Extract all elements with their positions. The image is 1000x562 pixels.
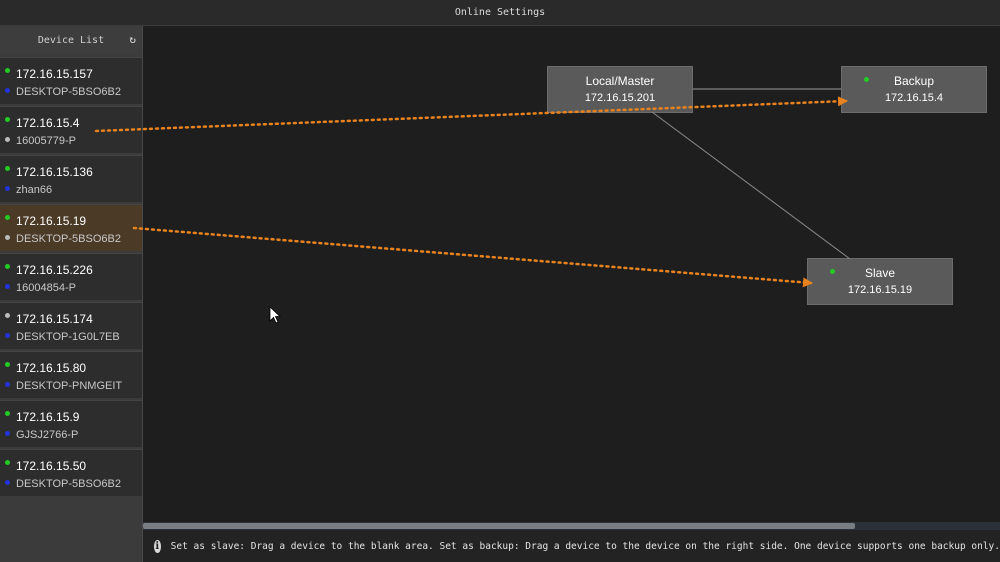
device-hostname: DESKTOP-1G0L7EB xyxy=(16,331,120,343)
online-status-dot xyxy=(5,215,10,220)
online-status-dot xyxy=(5,117,10,122)
online-status-dot xyxy=(5,411,10,416)
device-ip: 172.16.15.4 xyxy=(16,116,80,130)
device-list-item[interactable]: 172.16.15.4 16005779-P xyxy=(0,106,142,153)
device-list-item[interactable]: 172.16.15.136 zhan66 xyxy=(0,155,142,202)
device-hostname: 16004854-P xyxy=(16,282,76,294)
window-titlebar: Online Settings xyxy=(0,0,1000,26)
refresh-icon[interactable]: ↻ xyxy=(129,34,136,46)
device-list-header: Device List ↻ xyxy=(0,26,142,55)
device-list: 172.16.15.157 DESKTOP-5BSO6B2 172.16.15.4 1… xyxy=(0,57,142,496)
device-list-item[interactable]: 172.16.15.9 GJSJ2766-P xyxy=(0,400,142,447)
hint-text: Set as slave: Drag a device to the blank… xyxy=(170,540,1000,552)
device-hostname: DESKTOP-5BSO6B2 xyxy=(16,86,121,98)
device-ip: 172.16.15.136 xyxy=(16,165,93,179)
device-hostname: DESKTOP-5BSO6B2 xyxy=(16,478,121,490)
device-ip: 172.16.15.157 xyxy=(16,67,93,81)
online-status-dot xyxy=(5,264,10,269)
device-ip: 172.16.15.174 xyxy=(16,312,93,326)
connection-status-dot xyxy=(5,480,10,485)
device-hostname: zhan66 xyxy=(16,184,53,196)
device-ip: 172.16.15.9 xyxy=(16,410,80,424)
info-icon: i xyxy=(154,539,161,553)
online-status-dot xyxy=(5,68,10,73)
window-title: Online Settings xyxy=(454,7,546,18)
scrollbar-thumb[interactable] xyxy=(143,523,855,529)
master-node[interactable]: Local/Master 172.16.15.201 xyxy=(547,66,693,113)
topology-canvas[interactable]: Local/Master 172.16.15.201 Backup 172.16… xyxy=(143,26,1000,522)
connection-status-dot xyxy=(5,235,10,240)
backup-ip-label: 172.16.15.4 xyxy=(884,92,944,104)
device-ip: 172.16.15.50 xyxy=(16,459,87,473)
device-list-item[interactable]: 172.16.15.226 16004854-P xyxy=(0,253,142,300)
backup-node[interactable]: Backup 172.16.15.4 xyxy=(841,66,987,113)
device-hostname: GJSJ2766-P xyxy=(16,429,79,441)
device-hostname: DESKTOP-PNMGEIT xyxy=(16,380,123,392)
online-status-dot xyxy=(5,166,10,171)
device-list-item[interactable]: 172.16.15.80 DESKTOP-PNMGEIT xyxy=(0,351,142,398)
device-list-item[interactable]: 172.16.15.19 DESKTOP-5BSO6B2 xyxy=(0,204,142,251)
connection-status-dot xyxy=(5,431,10,436)
connection-status-dot xyxy=(5,382,10,387)
device-list-item[interactable]: 172.16.15.50 DESKTOP-5BSO6B2 xyxy=(0,449,142,496)
online-status-dot xyxy=(5,362,10,367)
connection-status-dot xyxy=(5,284,10,289)
slave-ip-label: 172.16.15.19 xyxy=(847,284,913,296)
online-status-dot xyxy=(5,460,10,465)
slave-status-dot xyxy=(830,269,835,274)
master-role-label: Local/Master xyxy=(585,74,655,88)
backup-status-dot xyxy=(864,77,869,82)
device-hostname: DESKTOP-5BSO6B2 xyxy=(16,233,121,245)
online-status-dot xyxy=(5,313,10,318)
horizontal-scrollbar[interactable] xyxy=(143,522,1000,530)
hint-bar: i Set as slave: Drag a device to the bla… xyxy=(143,530,1000,562)
connection-status-dot xyxy=(5,333,10,338)
device-list-title: Device List xyxy=(37,35,105,46)
device-list-item[interactable]: 172.16.15.157 DESKTOP-5BSO6B2 xyxy=(0,57,142,104)
device-list-item[interactable]: 172.16.15.174 DESKTOP-1G0L7EB xyxy=(0,302,142,349)
master-ip-label: 172.16.15.201 xyxy=(584,92,656,104)
connection-status-dot xyxy=(5,88,10,93)
device-list-panel: Device List ↻ 172.16.15.157 DESKTOP-5BSO6… xyxy=(0,26,143,562)
device-ip: 172.16.15.19 xyxy=(16,214,87,228)
slave-node[interactable]: Slave 172.16.15.19 xyxy=(807,258,953,305)
connection-status-dot xyxy=(5,186,10,191)
device-ip: 172.16.15.226 xyxy=(16,263,93,277)
device-hostname: 16005779-P xyxy=(16,135,76,147)
connection-status-dot xyxy=(5,137,10,142)
device-ip: 172.16.15.80 xyxy=(16,361,87,375)
